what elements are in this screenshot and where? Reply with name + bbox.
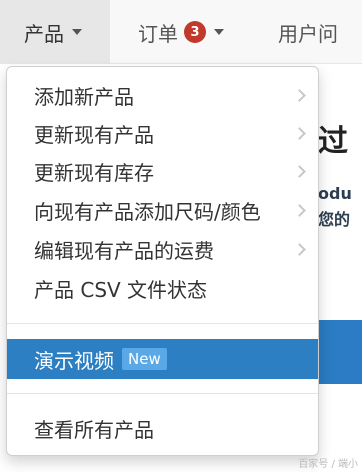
menu-item-label: 更新现有库存: [34, 160, 154, 185]
nav-users-dropdown[interactable]: 用户问: [278, 0, 338, 64]
nav-products-label: 产品: [24, 21, 64, 46]
chevron-right-icon: [293, 127, 306, 140]
menu-item-label: 演示视频: [34, 348, 114, 373]
products-dropdown-menu: 添加新产品 更新现有产品 更新现有库存 向现有产品添加尺码/颜色 编辑现有产品的…: [6, 66, 319, 456]
menu-item-label: 查看所有产品: [34, 417, 154, 442]
menu-item-label: 编辑现有产品的运费: [34, 238, 214, 263]
page: 产品 订单 3 用户问 过 odu 您的 添加新产品 更新现有产品 更新现有库存: [0, 0, 362, 472]
menu-item-add-new-product[interactable]: 添加新产品: [7, 78, 318, 112]
background-banner: [318, 320, 362, 384]
top-navbar: 产品 订单 3 用户问: [0, 0, 362, 64]
nav-orders-label: 订单: [138, 21, 178, 46]
menu-item-label: 添加新产品: [34, 84, 134, 109]
chevron-right-icon: [293, 165, 306, 178]
menu-item-csv-status[interactable]: 产品 CSV 文件状态: [7, 271, 318, 305]
menu-item-view-all-products[interactable]: 查看所有产品: [7, 411, 318, 445]
menu-divider: [7, 323, 318, 324]
chevron-down-icon: [214, 29, 224, 35]
background-text: 您的: [318, 210, 351, 229]
menu-item-update-existing-stock[interactable]: 更新现有库存: [7, 154, 318, 188]
watermark: 百家号 / 端小: [298, 459, 358, 470]
background-text: odu: [318, 184, 352, 203]
chevron-down-icon: [72, 29, 82, 35]
menu-item-update-existing-product[interactable]: 更新现有产品: [7, 116, 318, 150]
menu-item-add-size-color[interactable]: 向现有产品添加尺码/颜色: [7, 193, 318, 227]
chevron-right-icon: [293, 204, 306, 217]
orders-count-badge: 3: [184, 21, 206, 43]
nav-users-label: 用户问: [278, 21, 338, 46]
background-content: 过 odu 您的: [318, 64, 362, 472]
nav-orders-dropdown[interactable]: 订单 3: [138, 0, 224, 64]
new-badge: New: [122, 348, 167, 370]
menu-item-demo-video[interactable]: 演示视频 New: [7, 339, 318, 379]
menu-item-edit-shipping[interactable]: 编辑现有产品的运费: [7, 232, 318, 266]
chevron-right-icon: [293, 243, 306, 256]
menu-item-label: 更新现有产品: [34, 122, 154, 147]
nav-products-dropdown[interactable]: 产品: [0, 0, 110, 64]
chevron-right-icon: [293, 89, 306, 102]
menu-item-label: 向现有产品添加尺码/颜色: [34, 199, 261, 224]
background-heading: 过: [318, 124, 348, 159]
menu-item-label: 产品 CSV 文件状态: [34, 277, 208, 302]
menu-divider: [7, 393, 318, 394]
